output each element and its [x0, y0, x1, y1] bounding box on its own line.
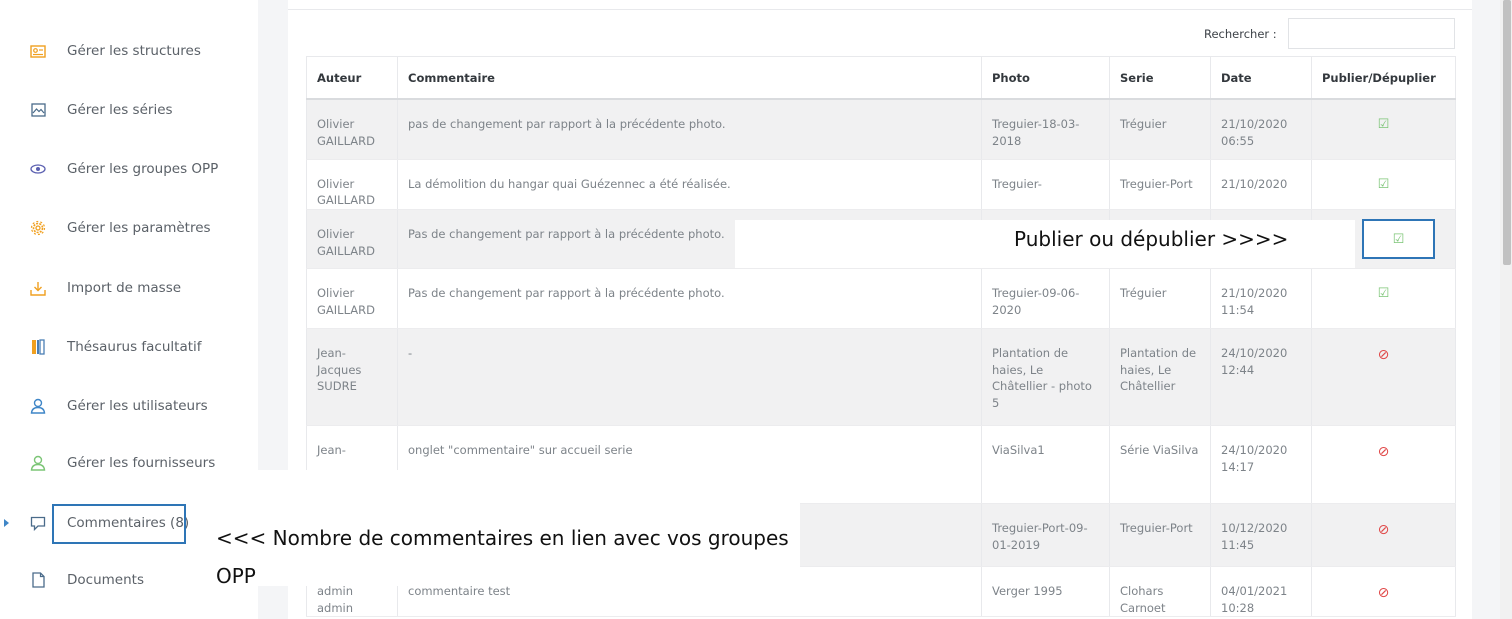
user-icon	[29, 397, 47, 415]
publish-annotation-text: Publier ou dépublier >>>>	[1014, 227, 1289, 251]
sidebar-item-utilisateurs[interactable]: Gérer les utilisateurs	[0, 386, 258, 426]
table-header-row: Auteur Commentaire Photo Serie Date Publ…	[306, 56, 1456, 100]
cell-commentaire: pas de changement par rapport à la précé…	[397, 99, 982, 160]
cell-auteur: Jean-Jacques SUDRE	[306, 328, 398, 426]
cell-auteur: Olivier GAILLARD	[306, 99, 398, 160]
sidebar-item-label: Documents	[67, 572, 144, 588]
cell-photo: Treguier-	[981, 159, 1110, 210]
sidebar-item-import[interactable]: Import de masse	[0, 268, 258, 308]
cell-photo: Treguier-Port-09-01-2019	[981, 503, 1110, 567]
cell-date: 21/10/2020 11:54	[1210, 268, 1312, 329]
cell-serie: Treguier-Port	[1109, 159, 1211, 210]
sidebar-item-label: Thésaurus facultatif	[67, 339, 202, 355]
published-check-icon: ☑	[1392, 231, 1405, 247]
download-icon	[29, 279, 47, 297]
cell-serie: Clohars Carnoet	[1109, 566, 1211, 618]
table-row: Olivier GAILLARD La démolition du hangar …	[306, 159, 1456, 210]
sidebar-item-label: Gérer les fournisseurs	[67, 455, 216, 471]
table-row: Olivier GAILLARD Pas de changement par ra…	[306, 268, 1456, 329]
sidebar-item-series[interactable]: Gérer les séries	[0, 90, 258, 130]
cell-date: 24/10/2020 14:17	[1210, 425, 1312, 504]
cell-auteur: Olivier GAILLARD	[306, 159, 398, 210]
unpublished-icon[interactable]: ⊘	[1378, 444, 1390, 460]
column-header-photo[interactable]: Photo	[981, 56, 1110, 100]
publish-toggle-highlight[interactable]: ☑	[1362, 219, 1435, 259]
comment-icon	[29, 514, 47, 532]
book-icon	[29, 338, 47, 356]
gear-icon	[29, 219, 47, 237]
sidebar-item-label: Gérer les structures	[67, 43, 201, 59]
cell-commentaire: La démolition du hangar quai Guézennec a…	[397, 159, 982, 210]
column-header-serie[interactable]: Serie	[1109, 56, 1211, 100]
cell-publier: ⊘	[1311, 328, 1456, 426]
cell-serie: Treguier-Port	[1109, 503, 1211, 567]
cell-photo: ViaSilva1	[981, 425, 1110, 504]
published-check-icon[interactable]: ☑	[1378, 286, 1390, 301]
published-check-icon[interactable]: ☑	[1378, 117, 1390, 132]
cell-auteur: Olivier GAILLARD	[306, 268, 398, 329]
unpublished-icon[interactable]: ⊘	[1378, 522, 1390, 538]
scrollbar-thumb[interactable]	[1503, 0, 1511, 265]
document-icon	[29, 571, 47, 589]
sidebar-item-parametres[interactable]: Gérer les paramètres	[0, 208, 258, 248]
unpublished-icon[interactable]: ⊘	[1378, 347, 1390, 363]
cell-auteur: Olivier GAILLARD	[306, 209, 398, 269]
cell-photo: Verger 1995	[981, 566, 1110, 618]
image-icon	[29, 101, 47, 119]
cell-date: 24/10/2020 12:44	[1210, 328, 1312, 426]
sidebar-item-label: Gérer les paramètres	[67, 220, 211, 236]
cell-commentaire: -	[397, 328, 982, 426]
cell-date: 04/01/2021 10:28	[1210, 566, 1312, 618]
unpublished-icon[interactable]: ⊘	[1378, 585, 1390, 601]
sidebar-item-groupes-opp[interactable]: Gérer les groupes OPP	[0, 149, 258, 189]
cell-date: 21/10/2020 06:55	[1210, 99, 1312, 160]
sidebar-item-label: Gérer les séries	[67, 102, 173, 118]
sidebar-item-label: Import de masse	[67, 280, 182, 296]
comments-annotation-text: <<< Nombre de commentaires en lien avec …	[216, 526, 789, 588]
search-label: Rechercher :	[1204, 27, 1277, 41]
cell-photo: Treguier-18-03-2018	[981, 99, 1110, 160]
cell-publier: ☑	[1311, 268, 1456, 329]
commentaires-highlight-box	[52, 504, 186, 544]
cell-publier: ⊘	[1311, 425, 1456, 504]
column-header-auteur[interactable]: Auteur	[306, 56, 398, 100]
sidebar-item-thesaurus[interactable]: Thésaurus facultatif	[0, 327, 258, 367]
eye-icon	[29, 160, 47, 178]
cell-serie: Plantation de haies, Le Châtellier	[1109, 328, 1211, 426]
user-icon	[29, 454, 47, 472]
divider	[288, 9, 1472, 10]
published-check-icon[interactable]: ☑	[1378, 177, 1390, 192]
cell-publier: ☑	[1311, 99, 1456, 160]
column-header-publier[interactable]: Publier/Dépuplier	[1311, 56, 1456, 100]
id-card-icon	[29, 42, 47, 60]
cell-photo: Plantation de haies, Le Châtellier - pho…	[981, 328, 1110, 426]
cell-date: 10/12/2020 11:45	[1210, 503, 1312, 567]
cell-commentaire: Pas de changement par rapport à la précé…	[397, 268, 982, 329]
sidebar-item-label: Gérer les utilisateurs	[67, 398, 208, 414]
cell-date: 21/10/2020	[1210, 159, 1312, 210]
column-header-date[interactable]: Date	[1210, 56, 1312, 100]
cell-publier: ⊘	[1311, 566, 1456, 618]
column-header-commentaire[interactable]: Commentaire	[397, 56, 982, 100]
table-row: Jean-Jacques SUDRE - Plantation de haies, …	[306, 328, 1456, 426]
cell-publier: ☑	[1311, 159, 1456, 210]
search-input[interactable]	[1288, 18, 1455, 49]
cell-serie: Série ViaSilva	[1109, 425, 1211, 504]
cell-publier: ⊘	[1311, 503, 1456, 567]
cell-serie: Tréguier	[1109, 99, 1211, 160]
table-row: Olivier GAILLARD pas de changement par ra…	[306, 99, 1456, 160]
cell-serie: Tréguier	[1109, 268, 1211, 329]
cell-photo: Treguier-09-06-2020	[981, 268, 1110, 329]
sidebar-item-label: Gérer les groupes OPP	[67, 161, 219, 177]
sidebar-item-structures[interactable]: Gérer les structures	[0, 31, 258, 71]
